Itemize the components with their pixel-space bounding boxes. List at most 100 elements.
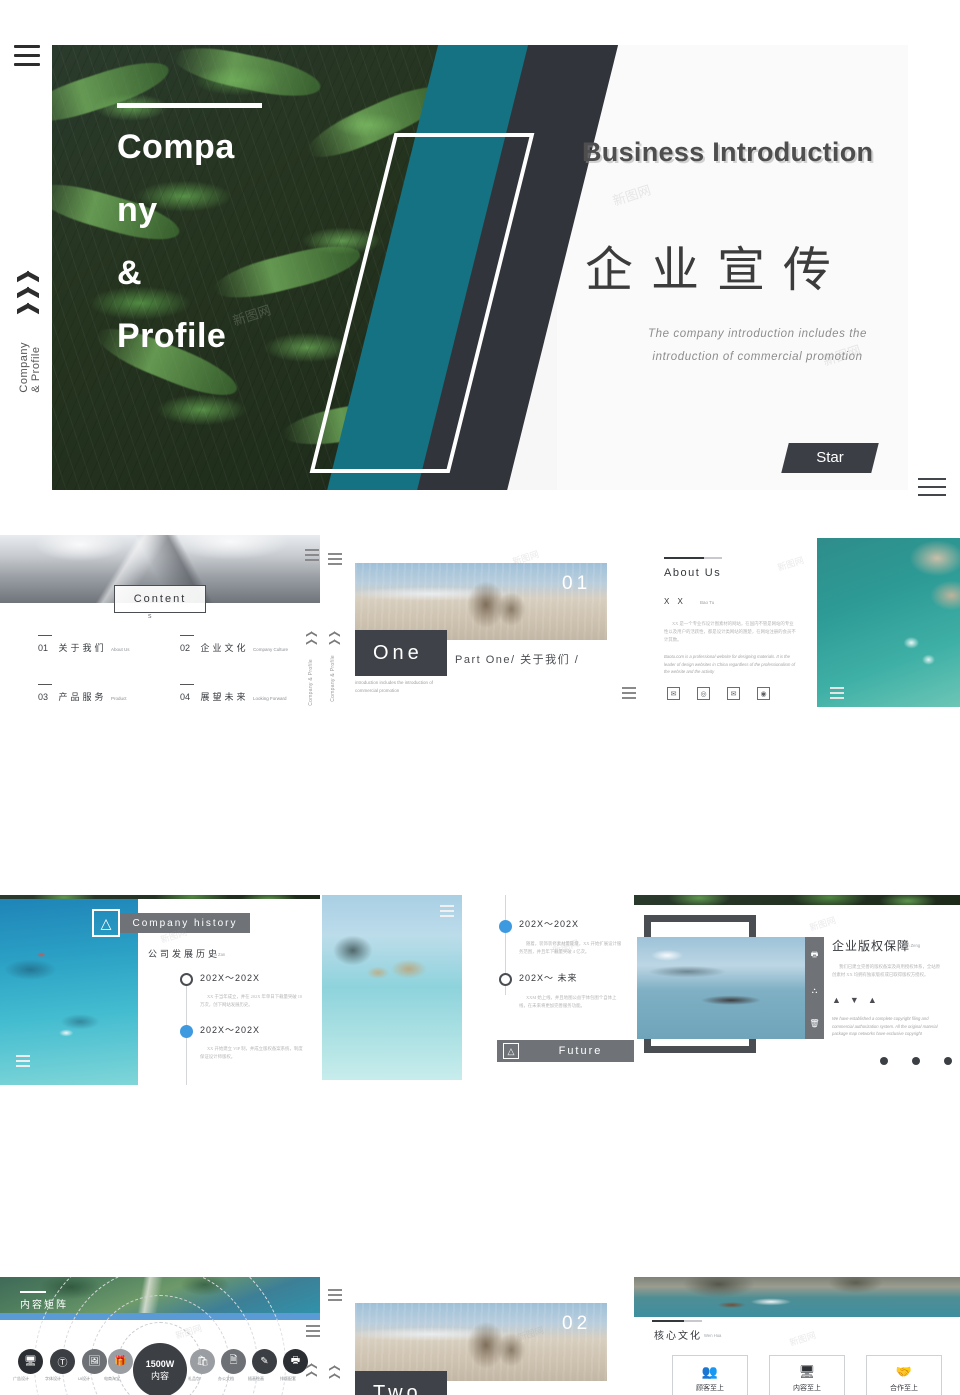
future-band: △ Future [497,1040,640,1062]
content-item-cn: 展望未来 [200,692,248,702]
hero-subtitle-line2: introduction of commercial promotion [585,346,908,369]
content-item[interactable]: 03 产品服务 Product Service [38,684,138,707]
hamburger-icon[interactable] [305,549,319,564]
monitor-icon: 🖥 [799,1364,816,1380]
star-button[interactable]: Star [781,443,878,473]
culture-card[interactable]: 🤝 合作至上 [866,1355,942,1395]
chevron-up-icon [329,1365,340,1371]
print-icon[interactable]: 🖶 [283,1349,308,1374]
future-label: Future [519,1045,640,1057]
matrix-node-label: 排版配套 [280,1376,296,1382]
content-item-number: 03 [38,692,48,702]
history-desc: XX 开始建立 VIP 制，并成立版权备案系统，制度保证设计师版权。 [200,1045,305,1061]
slide-about-us[interactable]: About Us X X Bao Tu XX 是一个专业作设计图素材的网站，在国… [642,535,960,707]
content-item-cn: 关于我们 [58,643,106,653]
fern-strip [634,895,960,905]
culture-card[interactable]: 🖥 内容至上 [769,1355,845,1395]
content-item-number: 01 [38,643,48,653]
customer-icon: 👥 [702,1364,718,1380]
culture-card-label: 合作至上 [890,1383,918,1393]
doc-icon[interactable]: 🗎 [221,1349,246,1374]
title-rule [117,103,262,108]
mail-icon[interactable]: ✉ [667,687,680,700]
handshake-icon: 🤝 [896,1364,912,1380]
hero-title: Compa ny & Profile [117,103,347,368]
watermark: 新图网 [788,1328,818,1349]
about-subject-pinyin: Bao Tu [700,600,714,605]
chevron-up-icon [14,302,42,313]
hero-title-line: Profile [117,305,347,368]
rail-label: Company & Profile [308,659,314,706]
chevron-up-icon [329,631,340,637]
content-item-number: 04 [180,692,190,702]
chevron-up-icon [306,1363,317,1369]
matrix-center-value: 1500W [146,1359,175,1369]
hero-section: Company & Profile Compa ny & Profile Bus… [0,0,960,510]
hamburger-icon[interactable] [16,1055,30,1070]
content-item[interactable]: 01 关于我们 About Us [38,635,138,656]
type-icon[interactable]: Ⓣ [50,1349,75,1374]
slide-content[interactable]: Content s 01 关于我们 About Us 02 企业文化 Comp [0,535,320,707]
hero-title-line: ny [117,179,347,242]
hero-subtitle: The company introduction includes the in… [585,323,908,369]
content-item[interactable]: 04 展望未来 Looking Forward [180,684,290,707]
image-icon[interactable]: 🖼 [82,1349,107,1374]
about-subject: X X [664,597,686,606]
hamburger-icon[interactable] [328,1289,342,1304]
star-label: Star [785,443,875,473]
content-title: Content [134,593,187,605]
culture-card[interactable]: 👥 顾客至上 [672,1355,748,1395]
sea-photo [817,538,960,707]
chevron-up-icon [306,639,317,645]
rail-label: Company & Profile [330,655,336,702]
hero-subtitle-line1: The company introduction includes the [585,323,908,346]
chevron-up-icon [14,270,42,281]
title-rule-light [684,1320,702,1322]
content-item-en: Company Culture [253,647,288,652]
matrix-node-label: 字体设计 [45,1376,61,1382]
slide-part-two[interactable]: 02 Two 新图网 [322,1277,640,1395]
slide-part-one[interactable]: Company & Profile 01 One Part One/ 关于我们 … [322,535,640,707]
clock-icon[interactable]: ◎ [697,687,710,700]
content-item[interactable]: 02 企业文化 Company Culture [180,635,290,656]
matrix-center: 1500W 内容 [133,1343,187,1395]
hamburger-icon[interactable] [306,1325,320,1340]
carousel-dot[interactable] [880,1057,888,1065]
slide-core-culture[interactable]: 核心文化 Wen Hua 👥 顾客至上 🖥 内容至上 🤝 合作至上 新图网 [634,1277,960,1395]
content-title-sub: s [148,613,152,620]
content-item-en: Looking Forward [253,696,287,701]
part-caption: Part One/ 关于我们 / [455,651,579,667]
about-paragraph-cn: XX 是一个专业作设计图素材的网站，在国内不管是网站的专业性以及用户的活跃性，都… [664,620,796,644]
slide-content-matrix[interactable]: 内容矩阵 1500W 内容 🖥 广告设计 Ⓣ 字体设计 🖼 UI设计 🎁 电商淘… [0,1277,320,1395]
pen-icon[interactable]: ✎ [252,1349,277,1374]
bag-icon[interactable]: 🛍 [190,1349,215,1374]
culture-title-pinyin: Wen Hua [704,1333,721,1338]
carousel-dot[interactable] [944,1057,952,1065]
hamburger-icon[interactable] [14,45,40,69]
hamburger-icon[interactable] [622,687,636,702]
hamburger-icon[interactable] [328,553,342,568]
monitor-icon[interactable]: 🖥 [18,1349,43,1374]
content-title-box: Content [114,585,206,613]
title-rule [664,557,704,559]
part-word: Two [373,1382,422,1395]
hero-title-line: Compa [117,116,347,179]
matrix-center-label: 内容 [151,1369,169,1382]
carousel-dot[interactable] [912,1057,920,1065]
mail-icon[interactable]: ✉ [727,687,740,700]
timeline-dot-active [180,1025,193,1038]
hamburger-icon[interactable] [830,687,844,702]
title-rule [20,1291,46,1293]
gift-icon[interactable]: 🎁 [108,1349,133,1374]
matrix-node-label: 电商淘宝 [104,1376,120,1382]
hamburger-icon-right[interactable] [918,478,946,502]
chevron-up-icon [306,1371,317,1377]
part-word-box: One [355,630,447,676]
content-item-en: About Us [111,647,130,652]
chevron-up-icon [14,286,42,297]
camera-icon[interactable]: ◉ [757,687,770,700]
culture-card-label: 顾客至上 [696,1383,724,1393]
title-rule-light [704,557,722,559]
part-number: 01 [562,573,591,595]
chevron-up-icon [329,1373,340,1379]
